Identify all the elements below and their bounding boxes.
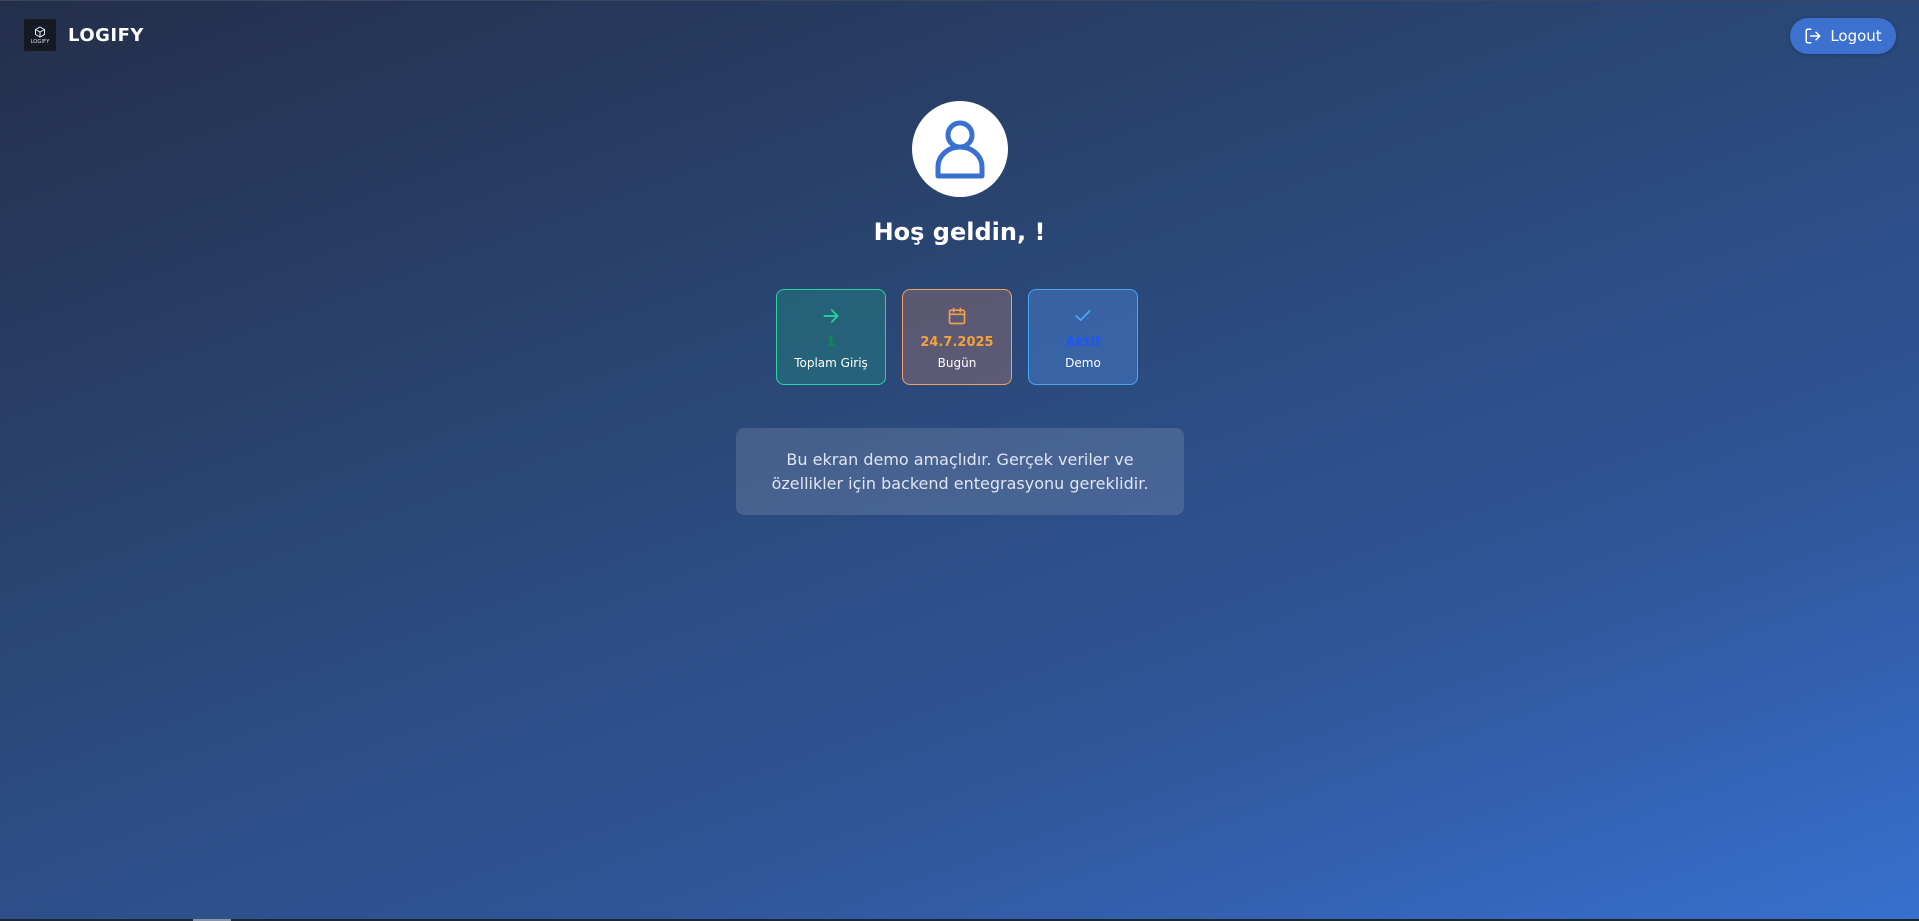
stat-label: Toplam Giriş — [794, 356, 868, 370]
welcome-title: Hoş geldin, ! — [873, 218, 1046, 246]
stat-card-status: Aktif Demo — [1028, 289, 1138, 385]
calendar-icon — [948, 307, 966, 325]
brand-name: LOGIFY — [68, 24, 144, 46]
logo-text: LOGIFY — [30, 38, 50, 45]
stat-value: Aktif — [1065, 335, 1101, 350]
stat-value: 24.7.2025 — [920, 335, 994, 350]
stat-card-total-logins: 1 Toplam Giriş — [776, 289, 886, 385]
stat-label: Demo — [1065, 356, 1101, 370]
avatar — [912, 101, 1008, 197]
logout-icon — [1805, 28, 1821, 44]
logout-label: Logout — [1830, 27, 1882, 45]
logout-button[interactable]: Logout — [1790, 18, 1896, 54]
stat-card-today: 24.7.2025 Bugün — [902, 289, 1012, 385]
demo-notice: Bu ekran demo amaçlıdır. Gerçek veriler … — [736, 428, 1184, 515]
logo-mark: LOGIFY — [24, 19, 56, 51]
user-icon — [935, 120, 985, 179]
arrow-right-icon — [823, 309, 839, 323]
stat-cards: 1 Toplam Giriş 24.7.2025 Bugün Aktif Dem… — [776, 289, 1138, 385]
stat-value: 1 — [826, 335, 836, 350]
logo[interactable]: LOGIFY LOGIFY — [24, 19, 144, 51]
check-icon — [1075, 310, 1091, 321]
top-bar: LOGIFY LOGIFY Logout — [0, 0, 1919, 71]
stat-label: Bugün — [937, 356, 977, 370]
cube-icon — [35, 25, 45, 38]
